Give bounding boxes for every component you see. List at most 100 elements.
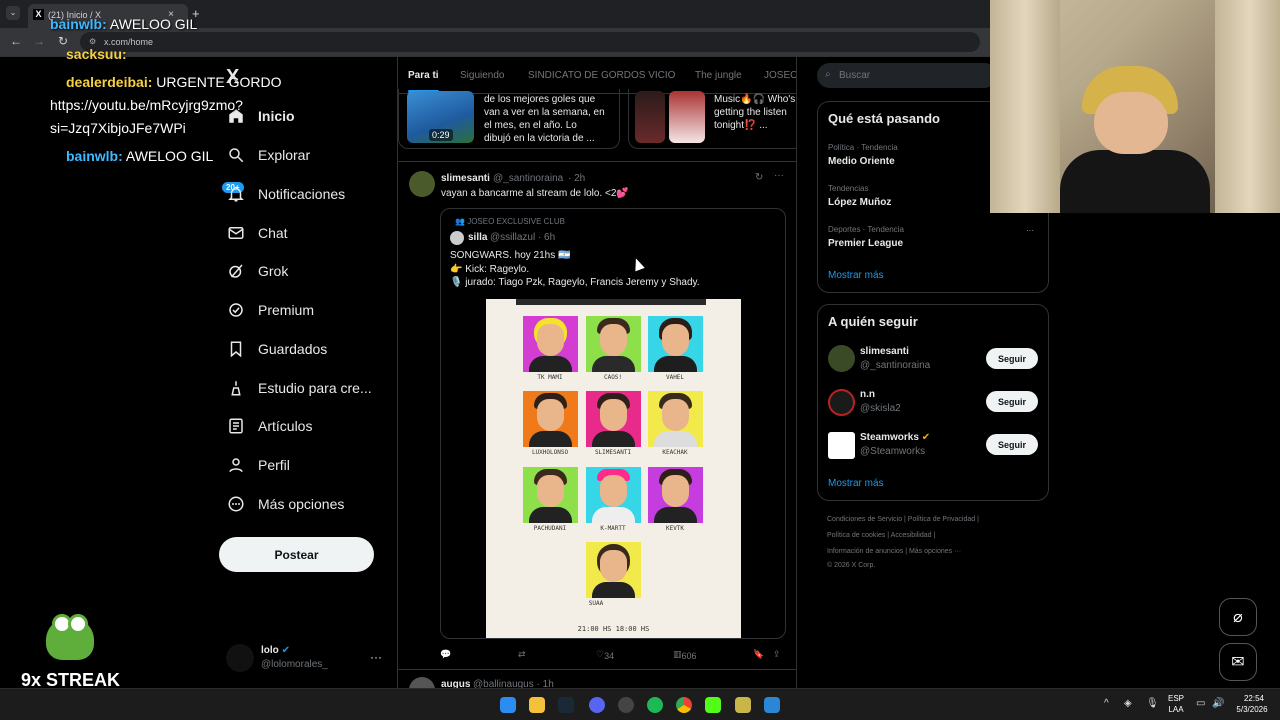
quote-line: 👉 Kick: Rageylo.	[450, 264, 530, 275]
participant-name: VAHEL	[665, 374, 685, 381]
card-thumbnail	[635, 91, 665, 143]
tweet-time[interactable]: · 2h	[568, 173, 585, 184]
bookmark-icon[interactable]: 🔖	[753, 649, 764, 660]
kick-icon[interactable]	[705, 697, 721, 713]
trend-item[interactable]: López Muñoz	[828, 197, 891, 208]
avatar[interactable]	[828, 389, 855, 416]
reply-icon[interactable]: 💬	[440, 649, 451, 660]
account-more-icon[interactable]: ···	[370, 650, 382, 664]
nav-bookmarks[interactable]: Guardados	[226, 335, 327, 363]
card-thumbnail	[669, 91, 705, 143]
file-explorer-icon[interactable]	[529, 697, 545, 713]
tab-following[interactable]: Siguiendo	[460, 70, 504, 81]
share-icon[interactable]: ⇪	[773, 649, 781, 660]
footer-links[interactable]: Política de cookies | Accesibilidad |	[827, 532, 935, 539]
address-bar[interactable]: ⚙ x.com/home	[80, 32, 980, 52]
messages-float-icon[interactable]: ✉	[1219, 643, 1257, 681]
article-icon	[226, 416, 246, 436]
tab-list-the-jungle[interactable]: The jungle	[695, 70, 742, 81]
nav-notifications[interactable]: Notificaciones	[226, 180, 345, 208]
avatar[interactable]	[409, 171, 435, 197]
clock-date[interactable]: 5/3/2026	[1228, 705, 1276, 714]
tab-list-button[interactable]: ⌄	[6, 6, 20, 20]
account-switcher[interactable]: lolo ✔ @lolomorales_ ···	[226, 642, 386, 674]
avatar[interactable]	[828, 432, 855, 459]
avatar	[226, 644, 254, 672]
video-card[interactable]: 0:29 de los mejores goles que van a ver …	[398, 89, 620, 149]
steam-icon[interactable]	[558, 697, 574, 713]
follow-show-more[interactable]: Mostrar más	[828, 478, 884, 489]
nav-grok[interactable]: Grok	[226, 257, 288, 285]
quoted-tweet[interactable]: 👥 JOSEO EXCLUSIVE CLUB silla @ssillazul …	[440, 208, 786, 639]
participant-name: SLIMESANTI	[594, 449, 632, 456]
nav-chat[interactable]: Chat	[226, 219, 288, 247]
search-placeholder: Buscar	[839, 70, 871, 81]
verified-badge-icon: ✔	[281, 645, 290, 656]
post-button[interactable]: Postear	[219, 537, 374, 572]
trend-item[interactable]: Premier League	[828, 238, 903, 249]
trends-show-more[interactable]: Mostrar más	[828, 270, 884, 281]
chrome-icon[interactable]	[676, 697, 692, 713]
volume-icon[interactable]: 🔊	[1212, 698, 1224, 709]
trend-more-icon[interactable]: ···	[1026, 226, 1034, 235]
music-card[interactable]: Music🔥🎧 Who's getting the listen tonight…	[628, 89, 796, 149]
discord-icon[interactable]	[589, 697, 605, 713]
windows-taskbar: ^ ◈ 🎙 ESP LAA ▭ 🔊 22:54 5/3/2026	[0, 688, 1280, 720]
nav-articles[interactable]: Artículos	[226, 412, 312, 440]
views-count[interactable]: ▥ 606	[673, 649, 697, 661]
card-text: de los mejores goles que van a ver en la…	[484, 94, 605, 144]
tray-chevron-icon[interactable]: ^	[1104, 698, 1109, 709]
site-info-icon[interactable]: ⚙	[89, 37, 96, 46]
input-layout[interactable]: LAA	[1164, 705, 1188, 714]
search-input[interactable]: ⌕ Buscar	[817, 63, 997, 88]
grok-float-icon[interactable]: ⌀	[1219, 598, 1257, 636]
like-button[interactable]: ♡ 34	[596, 649, 614, 661]
verified-gold-icon: ✔	[921, 432, 931, 443]
microphone-icon[interactable]: 🎙	[1146, 698, 1159, 709]
start-icon[interactable]	[500, 697, 516, 713]
obs-icon[interactable]	[618, 697, 634, 713]
x-favicon-icon: X	[33, 9, 44, 20]
nav-label: Chat	[258, 225, 288, 241]
tab-list-sindicato[interactable]: SINDICATO DE GORDOS VICIO	[528, 70, 675, 81]
back-icon[interactable]: ←	[10, 34, 22, 48]
avatar[interactable]	[828, 345, 855, 372]
songwars-poster-image[interactable]: TK MAMI CAOS! VAHEL LUXHOLONSO SLIMESANT…	[486, 299, 741, 638]
participant-portrait	[648, 316, 703, 372]
footer-links[interactable]: Información de anuncios | Más opciones ·…	[827, 548, 961, 555]
follow-name[interactable]: Steamworks ✔	[860, 432, 930, 443]
follow-button[interactable]: Seguir	[986, 391, 1038, 412]
forward-icon[interactable]: →	[33, 34, 45, 48]
grok-explain-icon[interactable]: ↻	[755, 172, 763, 183]
network-icon[interactable]: ▭	[1196, 698, 1205, 709]
footer-links[interactable]: Condiciones de Servicio | Política de Pr…	[827, 516, 979, 523]
participant-portrait	[586, 391, 641, 447]
follow-button[interactable]: Seguir	[986, 348, 1038, 369]
tray-app-icon[interactable]: ◈	[1124, 698, 1132, 709]
input-language[interactable]: ESP	[1164, 694, 1188, 703]
app-icon[interactable]	[735, 697, 751, 713]
nav-creator-studio[interactable]: Estudio para cre...	[226, 374, 372, 402]
tab-for-you[interactable]: Para ti	[408, 70, 439, 93]
tweet-more-icon[interactable]: ···	[774, 170, 784, 181]
tweet-author-handle[interactable]: @_santinoraina	[493, 173, 563, 184]
follow-button[interactable]: Seguir	[986, 434, 1038, 455]
participant-name: K-MARTT	[600, 525, 626, 532]
follow-name[interactable]: slimesanti	[860, 346, 909, 357]
more-icon	[226, 494, 246, 514]
clock-time[interactable]: 22:54	[1232, 694, 1276, 703]
follow-name[interactable]: n.n	[860, 389, 875, 400]
nav-premium[interactable]: Premium	[226, 296, 314, 324]
trend-item[interactable]: Medio Oriente	[828, 156, 895, 167]
trends-title: Qué está pasando	[828, 111, 940, 126]
nav-explore[interactable]: Explorar	[226, 141, 310, 169]
tab-list-joseo[interactable]: JOSEO	[764, 70, 796, 81]
participant-name: SUAA	[588, 600, 604, 607]
spotify-icon[interactable]	[647, 697, 663, 713]
nav-profile[interactable]: Perfil	[226, 451, 290, 479]
repost-icon[interactable]: ⇄	[518, 649, 526, 660]
nav-more-options[interactable]: Más opciones	[226, 490, 344, 518]
notepad-icon[interactable]	[764, 697, 780, 713]
divider	[398, 161, 796, 162]
tweet-author-name[interactable]: slimesanti	[441, 173, 490, 184]
